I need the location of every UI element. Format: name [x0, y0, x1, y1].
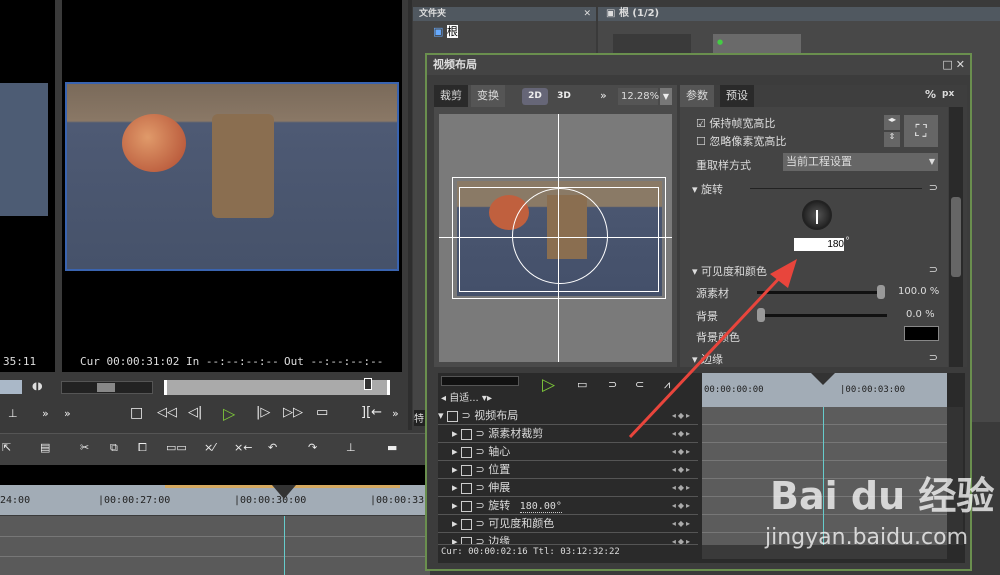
baidu-watermark-url: jingyan.baidu.com: [765, 525, 969, 550]
baidu-watermark-logo: Bai du 经验: [770, 474, 995, 518]
